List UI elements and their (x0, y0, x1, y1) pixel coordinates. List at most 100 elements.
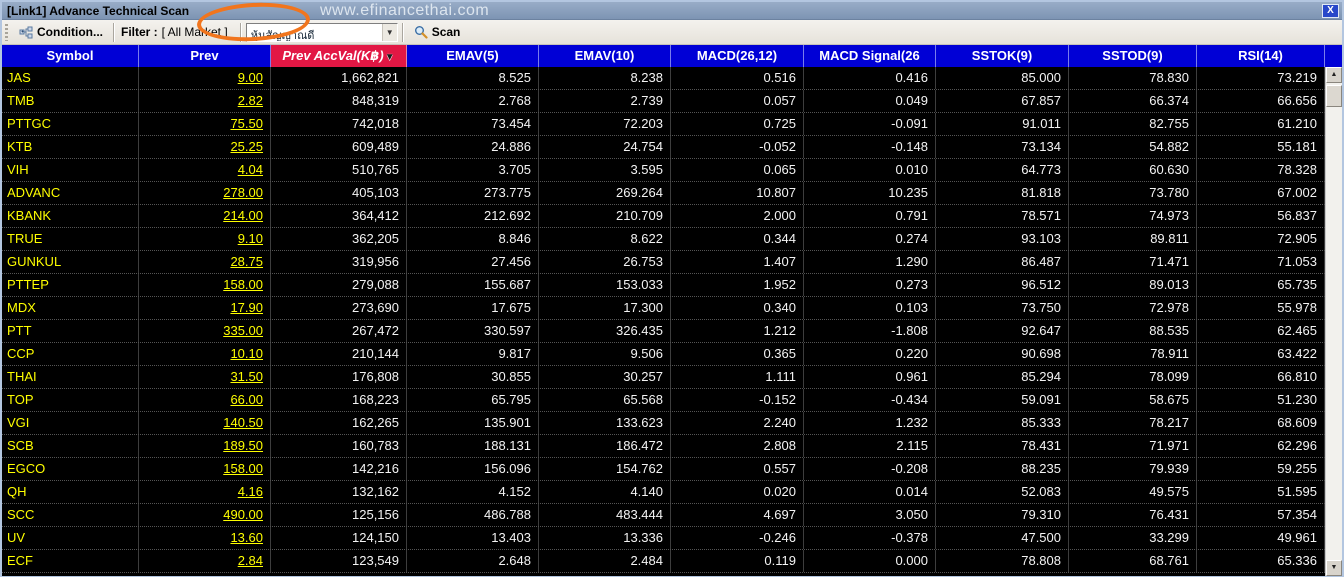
prev-link[interactable]: 158.00 (139, 458, 271, 480)
value-cell: 17.675 (407, 297, 539, 319)
value-cell: -0.091 (804, 113, 936, 135)
column-header-sstok-9[interactable]: SSTOK(9) (936, 45, 1069, 67)
column-header-prev[interactable]: Prev (139, 45, 271, 67)
column-header-macd-26-12[interactable]: MACD(26,12) (671, 45, 804, 67)
symbol-cell[interactable]: JAS (2, 67, 139, 89)
value-cell: 63.422 (1197, 343, 1325, 365)
column-header-label: MACD(26,12) (696, 48, 778, 63)
symbol-cell[interactable]: KTB (2, 136, 139, 158)
prev-link[interactable]: 4.04 (139, 159, 271, 181)
scrollbar-thumb[interactable] (1326, 85, 1342, 107)
column-header-sstod-9[interactable]: SSTOD(9) (1069, 45, 1197, 67)
scan-button[interactable]: Scan (408, 23, 467, 41)
prev-link[interactable]: 4.16 (139, 481, 271, 503)
toolbar-grip[interactable] (5, 23, 8, 41)
scroll-up-icon[interactable]: ▲ (1326, 67, 1342, 83)
value-cell: 78.571 (936, 205, 1069, 227)
value-cell: 1,662,821 (271, 67, 407, 89)
toolbar-separator (239, 22, 242, 42)
symbol-cell[interactable]: VGI (2, 412, 139, 434)
value-cell: 33.299 (1069, 527, 1197, 549)
prev-link[interactable]: 75.50 (139, 113, 271, 135)
symbol-cell[interactable]: PTTEP (2, 274, 139, 296)
prev-link[interactable]: 158.00 (139, 274, 271, 296)
symbol-cell[interactable]: ADVANC (2, 182, 139, 204)
value-cell: 273.775 (407, 182, 539, 204)
table-row: THAI 31.50 176,808 30.855 30.257 1.111 0.961 85… (2, 366, 1325, 389)
prev-link[interactable]: 25.25 (139, 136, 271, 158)
prev-link[interactable]: 2.84 (139, 550, 271, 572)
symbol-cell[interactable]: UV (2, 527, 139, 549)
table-row: CCP 10.10 210,144 9.817 9.506 0.365 0.220 90.69… (2, 343, 1325, 366)
symbol-cell[interactable]: CCP (2, 343, 139, 365)
value-cell: 72.978 (1069, 297, 1197, 319)
table-row: QH 4.16 132,162 4.152 4.140 0.020 0.014 52.083 4… (2, 481, 1325, 504)
column-header-symbol[interactable]: Symbol (2, 45, 139, 67)
prev-link[interactable]: 278.00 (139, 182, 271, 204)
value-cell: 8.525 (407, 67, 539, 89)
symbol-cell[interactable]: KBANK (2, 205, 139, 227)
value-cell: 72.203 (539, 113, 671, 135)
symbol-cell[interactable]: MDX (2, 297, 139, 319)
symbol-cell[interactable]: SCB (2, 435, 139, 457)
value-cell: 61.210 (1197, 113, 1325, 135)
scroll-down-icon[interactable]: ▼ (1326, 560, 1342, 576)
symbol-cell[interactable]: THAI (2, 366, 139, 388)
prev-link[interactable]: 2.82 (139, 90, 271, 112)
value-cell: 0.119 (671, 550, 804, 572)
table-body: JAS 9.00 1,662,821 8.525 8.238 0.516 0.416 85.0… (2, 67, 1325, 576)
prev-link[interactable]: 214.00 (139, 205, 271, 227)
prev-link[interactable]: 335.00 (139, 320, 271, 342)
prev-link[interactable]: 66.00 (139, 389, 271, 411)
prev-link[interactable]: 9.00 (139, 67, 271, 89)
scan-strategy-dropdown[interactable]: หุ้นสัญญาณดี ▼ (245, 22, 398, 42)
table-area: JAS 9.00 1,662,821 8.525 8.238 0.516 0.416 85.0… (2, 67, 1342, 576)
value-cell: -1.808 (804, 320, 936, 342)
prev-link[interactable]: 28.75 (139, 251, 271, 273)
table-row: TOP 66.00 168,223 65.795 65.568 -0.152 -0.434 5… (2, 389, 1325, 412)
prev-link[interactable]: 140.50 (139, 412, 271, 434)
value-cell: 57.354 (1197, 504, 1325, 526)
symbol-cell[interactable]: TOP (2, 389, 139, 411)
prev-link[interactable]: 189.50 (139, 435, 271, 457)
symbol-cell[interactable]: QH (2, 481, 139, 503)
value-cell: 176,808 (271, 366, 407, 388)
chevron-down-icon[interactable]: ▼ (381, 23, 397, 41)
column-header-emav-5[interactable]: EMAV(5) (407, 45, 539, 67)
prev-link[interactable]: 10.10 (139, 343, 271, 365)
column-header-emav-10[interactable]: EMAV(10) (539, 45, 671, 67)
toolbar-separator (112, 22, 115, 42)
value-cell: 73.454 (407, 113, 539, 135)
symbol-cell[interactable]: PTTGC (2, 113, 139, 135)
value-cell: 2.484 (539, 550, 671, 572)
prev-link[interactable]: 9.10 (139, 228, 271, 250)
prev-link[interactable]: 13.60 (139, 527, 271, 549)
symbol-cell[interactable]: TMB (2, 90, 139, 112)
value-cell: 124,150 (271, 527, 407, 549)
vertical-scrollbar[interactable]: ▲ ▼ (1325, 67, 1342, 576)
value-cell: 72.905 (1197, 228, 1325, 250)
title-bar: [Link1] Advance Technical Scan www.efina… (2, 2, 1342, 20)
symbol-cell[interactable]: GUNKUL (2, 251, 139, 273)
condition-button[interactable]: Condition... (13, 23, 109, 41)
close-button[interactable]: X (1322, 4, 1339, 18)
symbol-cell[interactable]: VIH (2, 159, 139, 181)
symbol-cell[interactable]: SCC (2, 504, 139, 526)
prev-link[interactable]: 31.50 (139, 366, 271, 388)
value-cell: 96.512 (936, 274, 1069, 296)
value-cell: 68.761 (1069, 550, 1197, 572)
symbol-cell[interactable]: PTT (2, 320, 139, 342)
scan-button-label: Scan (431, 25, 461, 39)
value-cell: 0.057 (671, 90, 804, 112)
symbol-cell[interactable]: ECF (2, 550, 139, 572)
column-header-macd-signal-26[interactable]: MACD Signal(26 (804, 45, 936, 67)
column-header-rsi-14[interactable]: RSI(14) (1197, 45, 1325, 67)
value-cell: 154.762 (539, 458, 671, 480)
value-cell: 59.255 (1197, 458, 1325, 480)
symbol-cell[interactable]: TRUE (2, 228, 139, 250)
value-cell: 30.257 (539, 366, 671, 388)
column-header-prev-accval-k[interactable]: Prev AccVal(K฿)▼ (271, 45, 407, 67)
symbol-cell[interactable]: EGCO (2, 458, 139, 480)
prev-link[interactable]: 490.00 (139, 504, 271, 526)
prev-link[interactable]: 17.90 (139, 297, 271, 319)
